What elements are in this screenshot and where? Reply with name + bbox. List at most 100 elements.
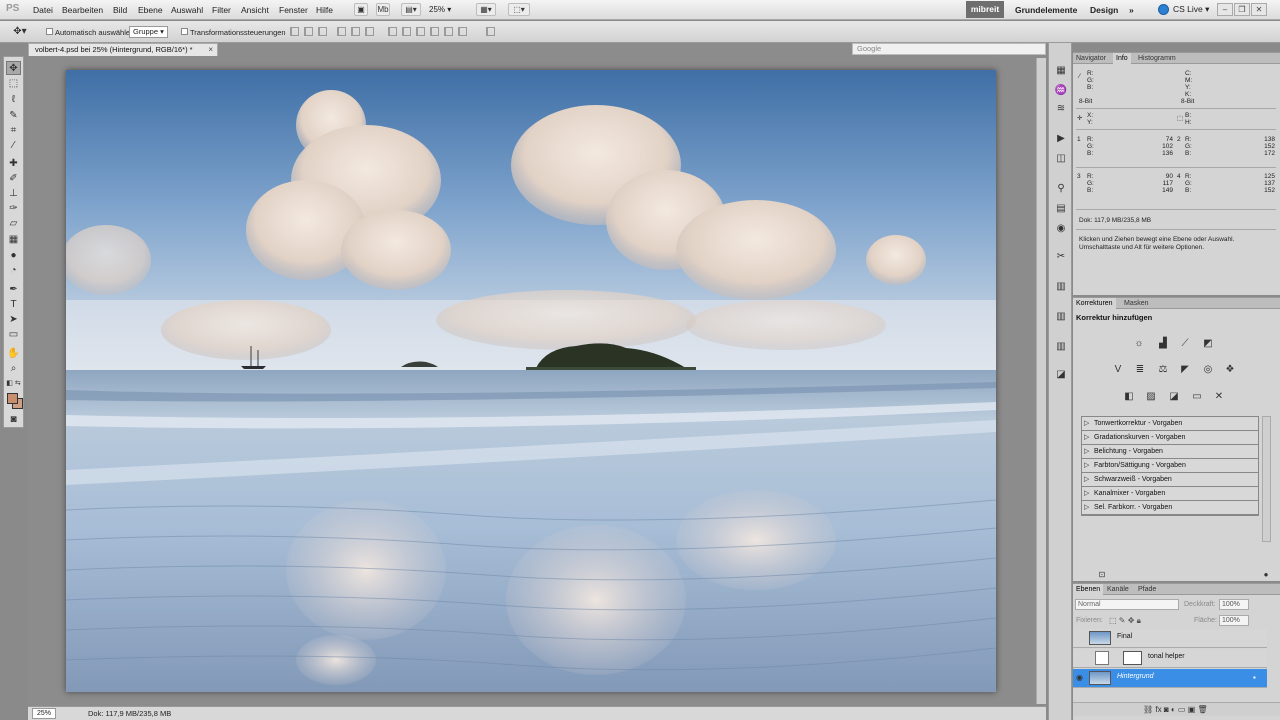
default-colors-icon[interactable]: ◧ ⇆ <box>6 377 21 391</box>
pen-tool-icon[interactable]: ✒ <box>6 283 21 297</box>
selective-color-icon[interactable]: ✕ <box>1212 390 1226 403</box>
document-tab[interactable]: volbert-4.psd bei 25% (Hintergrund, RGB/… <box>28 43 218 56</box>
menu-auswahl[interactable]: Auswahl <box>171 5 203 15</box>
brushes-panel-icon[interactable]: ▤ <box>1054 203 1068 215</box>
history-brush-tool-icon[interactable]: ✑ <box>6 202 21 216</box>
opacity-field[interactable]: 100% <box>1219 599 1249 610</box>
menu-bearbeiten[interactable]: Bearbeiten <box>62 5 103 15</box>
restore-icon[interactable]: ❐ <box>1234 3 1250 16</box>
blend-mode-select[interactable]: Normal <box>1075 599 1179 610</box>
swatches-panel-icon[interactable]: ♒ <box>1054 85 1068 97</box>
document-vertical-scrollbar[interactable] <box>1036 58 1046 704</box>
visibility-eye-icon[interactable]: ◉ <box>1076 673 1085 682</box>
align-top-icon[interactable] <box>290 27 299 36</box>
preset-schwarzweiss[interactable]: Schwarzweiß - Vorgaben <box>1082 473 1258 487</box>
paragraph-panel-icon[interactable]: ▥ <box>1054 311 1068 323</box>
align-vcenter-icon[interactable] <box>304 27 313 36</box>
tab-ebenen[interactable]: Ebenen <box>1073 584 1104 595</box>
view-extras-icon[interactable]: ▤▾ <box>401 3 421 16</box>
document-close-icon[interactable]: × <box>208 44 213 56</box>
distribute-right-icon[interactable] <box>458 27 467 36</box>
eyedropper-tool-icon[interactable]: ⁄ <box>6 139 21 153</box>
curves-icon[interactable]: ⟋ <box>1178 337 1192 350</box>
zoom-tool-icon[interactable]: ⌕ <box>6 362 21 376</box>
bridge-icon[interactable]: ▣ <box>354 3 368 16</box>
zoom-level-select[interactable]: 25% ▾ <box>429 3 467 16</box>
distribute-hcenter-icon[interactable] <box>444 27 453 36</box>
align-hcenter-icon[interactable] <box>351 27 360 36</box>
image-canvas[interactable] <box>66 70 996 692</box>
menu-ebene[interactable]: Ebene <box>138 5 163 15</box>
dodge-tool-icon[interactable]: ◔ <box>6 264 21 278</box>
transform-controls-checkbox[interactable] <box>181 28 188 35</box>
eraser-tool-icon[interactable]: ▱ <box>6 217 21 231</box>
minibridge-icon[interactable]: Mb <box>376 3 390 16</box>
workspace-more-icon[interactable]: » <box>1129 5 1134 15</box>
tab-histogramm[interactable]: Histogramm <box>1135 53 1179 64</box>
channel-mixer-icon[interactable]: ❖ <box>1223 363 1237 376</box>
menu-hilfe[interactable]: Hilfe <box>316 5 333 15</box>
crop-tool-icon[interactable]: ⌗ <box>6 124 21 138</box>
clip-to-layer-icon[interactable]: ⊡ <box>1095 568 1109 581</box>
move-tool-icon[interactable]: ✥ <box>6 61 21 75</box>
invert-icon[interactable]: ◧ <box>1122 390 1136 403</box>
workspace-mibreit[interactable]: mibreit <box>966 1 1004 18</box>
exposure-icon[interactable]: ◩ <box>1201 337 1215 350</box>
tab-info[interactable]: Info <box>1113 53 1131 64</box>
history-panel-icon[interactable]: ◫ <box>1054 153 1068 165</box>
lasso-tool-icon[interactable]: ℓ <box>6 93 21 107</box>
google-search-field[interactable]: Google <box>852 43 1046 55</box>
clone-source-icon[interactable]: ◉ <box>1054 223 1068 235</box>
tab-masken[interactable]: Masken <box>1121 298 1152 309</box>
gradient-map-icon[interactable]: ▭ <box>1190 390 1204 403</box>
menu-ansicht[interactable]: Ansicht <box>241 5 269 15</box>
visibility-eye-icon[interactable] <box>1076 653 1085 662</box>
fill-field[interactable]: 100% <box>1219 615 1249 626</box>
cslive-menu[interactable]: CS Live ▾ <box>1173 4 1209 15</box>
foreground-color-swatch[interactable] <box>7 393 18 404</box>
align-bottom-icon[interactable] <box>318 27 327 36</box>
move-tool-preset-icon[interactable]: ✥▾ <box>8 25 32 39</box>
shape-tool-icon[interactable]: ▭ <box>6 328 21 342</box>
workspace-design[interactable]: Design <box>1090 5 1118 15</box>
hand-tool-icon[interactable]: ✋ <box>6 347 21 361</box>
character-panel-icon[interactable]: ▥ <box>1054 341 1068 353</box>
menu-filter[interactable]: Filter <box>212 5 231 15</box>
preset-tonwert[interactable]: Tonwertkorrektur - Vorgaben <box>1082 417 1258 431</box>
tab-navigator[interactable]: Navigator <box>1073 53 1109 64</box>
photo-filter-icon[interactable]: ◎ <box>1201 363 1215 376</box>
align-left-icon[interactable] <box>337 27 346 36</box>
clone-stamp-tool-icon[interactable]: ⊥ <box>6 187 21 201</box>
type-tool-icon[interactable]: T <box>6 298 21 312</box>
auto-align-icon[interactable] <box>486 27 495 36</box>
lock-icons[interactable]: ⬚ ✎ ✥ 🔒︎ <box>1109 616 1141 626</box>
preset-gradation[interactable]: Gradationskurven - Vorgaben <box>1082 431 1258 445</box>
menu-fenster[interactable]: Fenster <box>279 5 308 15</box>
distribute-vcenter-icon[interactable] <box>402 27 411 36</box>
tool-presets-icon[interactable]: ⚲ <box>1054 183 1068 195</box>
layer-row[interactable]: Final <box>1073 629 1267 648</box>
tab-korrekturen[interactable]: Korrekturen <box>1073 298 1116 309</box>
layer-row[interactable]: tonal helper <box>1073 649 1267 668</box>
path-selection-tool-icon[interactable]: ➤ <box>6 313 21 327</box>
minimize-icon[interactable]: – <box>1217 3 1233 16</box>
screen-mode-icon[interactable]: ⬚▾ <box>508 3 530 16</box>
close-icon[interactable]: ✕ <box>1251 3 1267 16</box>
color-panel-icon[interactable]: ▦ <box>1054 65 1068 77</box>
visibility-eye-icon[interactable] <box>1076 633 1085 642</box>
styles-panel-icon[interactable]: ≋ <box>1054 103 1068 115</box>
auto-select-dropdown[interactable]: Gruppe ▾ <box>129 26 168 38</box>
vibrance-icon[interactable]: V <box>1111 363 1125 376</box>
tab-pfade[interactable]: Pfade <box>1135 584 1159 595</box>
color-balance-icon[interactable]: ⚖ <box>1156 363 1170 376</box>
distribute-bottom-icon[interactable] <box>416 27 425 36</box>
threshold-icon[interactable]: ◪ <box>1167 390 1181 403</box>
arrange-documents-icon[interactable]: ▦▾ <box>476 3 496 16</box>
preset-selfarbkorr[interactable]: Sel. Farbkorr. - Vorgaben <box>1082 501 1258 515</box>
preset-farbton[interactable]: Farbton/Sättigung - Vorgaben <box>1082 459 1258 473</box>
presets-scrollbar[interactable] <box>1262 416 1271 542</box>
notes-panel-icon[interactable]: ▥ <box>1054 281 1068 293</box>
panel-options-icon[interactable]: ● <box>1259 568 1273 581</box>
gradient-tool-icon[interactable]: ▦ <box>6 233 21 247</box>
menu-bild[interactable]: Bild <box>113 5 127 15</box>
